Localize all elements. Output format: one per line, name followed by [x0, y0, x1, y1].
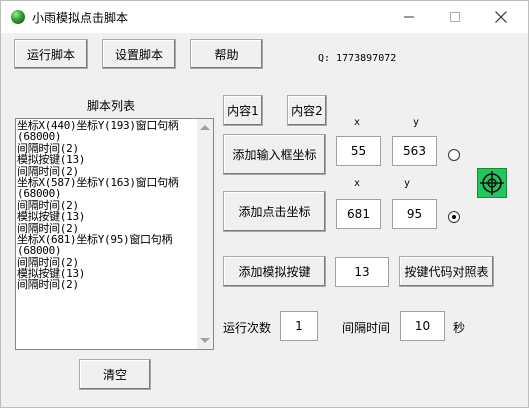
script-list[interactable]: 坐标X(440)坐标Y(193)窗口句柄 (68000) 间隔时间(2) 模拟按键(1… — [15, 118, 214, 350]
input-y-field[interactable]: 563 — [392, 136, 437, 166]
app-window: 小雨模拟点击脚本 运行脚本 设置脚本 帮助 Q: 1773897072 脚本列表… — [0, 0, 529, 408]
scroll-up-arrow-icon[interactable] — [200, 125, 210, 130]
seconds-unit-label: 秒 — [453, 321, 466, 335]
maximize-button[interactable] — [432, 1, 478, 33]
run-script-button[interactable]: 运行脚本 — [14, 39, 88, 69]
minimize-icon — [404, 16, 414, 18]
input-coord-radio[interactable] — [448, 149, 460, 161]
interval-field[interactable]: 10 — [400, 311, 445, 341]
input-y-label: y — [413, 117, 420, 128]
window-title: 小雨模拟点击脚本 — [32, 11, 129, 25]
list-item[interactable]: 间隔时间(2) — [16, 279, 198, 291]
keycode-table-button[interactable]: 按键代码对照表 — [399, 256, 494, 287]
app-logo-icon — [11, 10, 25, 24]
click-x-label: x — [354, 178, 361, 189]
settings-script-button[interactable]: 设置脚本 — [102, 39, 176, 69]
minimize-button[interactable] — [386, 1, 432, 33]
content1-button[interactable]: 内容1 — [223, 95, 263, 126]
list-item[interactable]: 模拟按键(13) — [16, 211, 198, 223]
crosshair-picker-button[interactable] — [477, 168, 507, 198]
interval-label: 间隔时间 — [342, 321, 391, 335]
title-bar: 小雨模拟点击脚本 — [1, 1, 528, 33]
content2-button[interactable]: 内容2 — [287, 95, 327, 126]
close-icon — [495, 11, 507, 23]
add-key-sim-button[interactable]: 添加模拟按键 — [223, 256, 326, 287]
run-count-field[interactable]: 1 — [280, 311, 318, 341]
add-click-coord-button[interactable]: 添加点击坐标 — [223, 191, 326, 232]
click-y-label: y — [404, 178, 411, 189]
click-coord-radio[interactable] — [448, 211, 460, 223]
click-x-field[interactable]: 681 — [336, 199, 381, 229]
script-list-heading: 脚本列表 — [87, 99, 136, 113]
crosshair-icon — [480, 171, 504, 195]
qq-contact-text: Q: 1773897072 — [318, 53, 397, 64]
scroll-down-arrow-icon[interactable] — [200, 338, 210, 343]
input-x-label: x — [354, 117, 361, 128]
maximize-icon — [450, 12, 460, 22]
radio-selected-dot — [452, 215, 456, 219]
list-item[interactable]: 模拟按键(13) — [16, 154, 198, 166]
help-button[interactable]: 帮助 — [190, 39, 263, 69]
run-count-label: 运行次数 — [223, 321, 272, 335]
script-list-scrollbar[interactable] — [197, 119, 213, 349]
close-button[interactable] — [478, 1, 524, 33]
script-list-lines: 坐标X(440)坐标Y(193)窗口句柄 (68000) 间隔时间(2) 模拟按键(1… — [16, 120, 198, 291]
add-input-coord-button[interactable]: 添加输入框坐标 — [223, 134, 326, 175]
click-y-field[interactable]: 95 — [392, 199, 437, 229]
list-item[interactable]: (68000) — [16, 245, 198, 257]
input-x-field[interactable]: 55 — [336, 136, 381, 166]
key-code-field[interactable]: 13 — [335, 257, 389, 287]
clear-button[interactable]: 清空 — [79, 359, 151, 390]
